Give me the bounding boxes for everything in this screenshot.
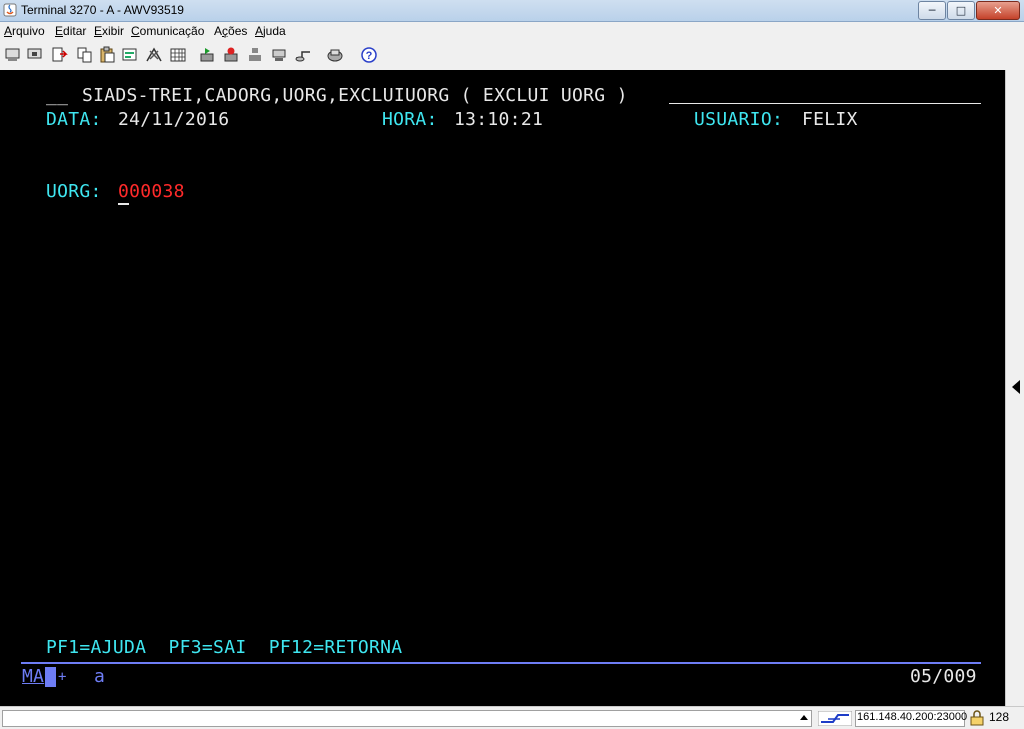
expand-panel-icon[interactable] — [1012, 380, 1020, 394]
header-underline — [669, 103, 981, 104]
header-prefix: __ — [46, 85, 69, 106]
text-cursor — [118, 203, 129, 205]
connection-status-icon — [818, 711, 852, 726]
oia-area: M A + a 05/009 — [0, 664, 1005, 706]
connect-icon[interactable] — [198, 46, 216, 64]
oia-cursor-block — [45, 667, 56, 687]
menu-bar: Arquivo Editar Exibir Comunicação Ações … — [0, 22, 1024, 41]
java-app-icon — [3, 3, 17, 17]
copy-icon[interactable] — [76, 46, 94, 64]
pf-keys-legend: PF1=AJUDA PF3=SAI PF12=RETORNA — [46, 637, 403, 658]
oia-plus: + — [58, 669, 67, 685]
minimize-button[interactable]: ─ — [918, 1, 946, 20]
terminal-screen[interactable]: __ SIADS-TREI,CADORG,UORG,EXCLUIUORG ( E… — [0, 70, 1005, 706]
menu-exibir[interactable]: Exibir — [94, 24, 124, 38]
help-icon[interactable]: ? — [360, 46, 378, 64]
transfer-icon[interactable] — [294, 46, 312, 64]
menu-arquivo[interactable]: Arquivo — [4, 24, 45, 38]
keypad-icon[interactable] — [169, 46, 187, 64]
menu-ajuda[interactable]: Ajuda — [255, 24, 286, 38]
paste-icon[interactable] — [98, 46, 116, 64]
lock-icon — [970, 710, 984, 726]
data-value: 24/11/2016 — [118, 109, 230, 130]
oia-input-mode: a — [94, 666, 106, 687]
settings-icon[interactable] — [270, 46, 288, 64]
svg-text:?: ? — [366, 50, 373, 62]
status-dropdown-icon[interactable] — [800, 714, 808, 722]
print-icon[interactable] — [326, 46, 344, 64]
screen-title: SIADS-TREI,CADORG,UORG,EXCLUIUORG ( EXCL… — [82, 85, 628, 106]
menu-comunicacao[interactable]: Comunicação — [131, 24, 204, 38]
print-setup-icon[interactable] — [26, 46, 44, 64]
title-bar: Terminal 3270 - A - AWV93519 ─ □ ✕ — [0, 0, 1024, 22]
encryption-strength: 128 — [989, 710, 1010, 724]
toolbar: ? — [0, 43, 1024, 69]
usuario-value: FELIX — [802, 109, 858, 130]
disconnect-icon[interactable] — [222, 46, 240, 64]
window-title: Terminal 3270 - A - AWV93519 — [21, 3, 184, 17]
send-file-icon[interactable] — [50, 46, 68, 64]
print-screen-icon[interactable] — [4, 46, 22, 64]
maximize-button[interactable]: □ — [947, 1, 975, 20]
data-label: DATA: — [46, 109, 102, 130]
close-button[interactable]: ✕ — [976, 1, 1020, 20]
menu-acoes[interactable]: Ações — [214, 24, 247, 38]
status-bar: 161.148.40.200:23000 128 — [0, 706, 1024, 729]
session-icon[interactable] — [246, 46, 264, 64]
uorg-input[interactable]: 000038 — [118, 182, 185, 202]
uorg-label: UORG: — [46, 181, 102, 202]
hora-value: 13:10:21 — [454, 109, 544, 130]
hora-label: HORA: — [382, 109, 438, 130]
menu-editar[interactable]: Editar — [55, 24, 86, 38]
paste-special-icon[interactable] — [121, 46, 139, 64]
oia-cursor-position: 05/009 — [910, 666, 977, 687]
macro-icon[interactable] — [145, 46, 163, 64]
oia-ma-right: A — [33, 666, 45, 687]
status-message-field — [2, 710, 812, 727]
oia-ma-left: M — [22, 666, 34, 687]
host-address: 161.148.40.200:23000 — [857, 711, 968, 723]
side-panel — [1005, 70, 1024, 706]
usuario-label: USUARIO: — [694, 109, 784, 130]
